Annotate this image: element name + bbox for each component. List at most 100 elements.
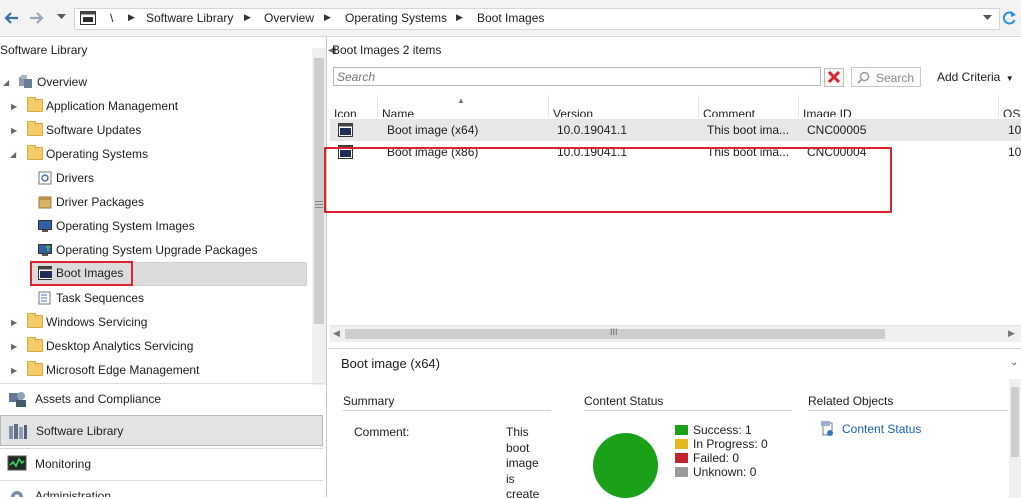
column-header-icon[interactable]: Icon [330, 95, 378, 117]
comment-line: boot [506, 440, 530, 455]
breadcrumb-boot-images[interactable]: Boot Images [477, 11, 544, 25]
chevron-down-icon[interactable]: ⌄ [1010, 357, 1018, 368]
tree-item-microsoft-edge-management[interactable]: ▶ Microsoft Edge Management [0, 360, 300, 377]
sort-ascending-icon: ▲ [457, 96, 465, 105]
comment-line: is [506, 471, 515, 486]
tree-item-label: Operating System Images [56, 219, 195, 233]
os-upgrade-icon [38, 244, 52, 256]
workspace-assets-and-compliance[interactable]: Assets and Compliance [0, 383, 323, 414]
comment-value: This boot image is create [506, 425, 551, 498]
tree-item-task-sequences[interactable]: Task Sequences [0, 288, 300, 310]
tree-item-drivers[interactable]: Drivers [0, 168, 300, 190]
grip-icon [315, 201, 323, 202]
content-pane: ◀ Boot Images 2 items Search Add Criteri… [324, 37, 1021, 498]
workspace-monitoring[interactable]: Monitoring [0, 448, 323, 479]
workspace-software-library[interactable]: Software Library [0, 415, 323, 446]
scrollbar-thumb[interactable] [314, 58, 324, 324]
collapsed-arrow-icon[interactable]: ▶ [11, 126, 17, 135]
back-button[interactable] [3, 9, 21, 27]
breadcrumb-root[interactable]: \ [110, 11, 113, 25]
breadcrumb-overview[interactable]: Overview [264, 11, 314, 25]
expanded-arrow-icon[interactable]: ◢ [3, 78, 9, 87]
column-header-os[interactable]: OS [999, 95, 1021, 117]
column-header-name[interactable]: Name ▲ [378, 95, 549, 117]
legend-label: Unknown: 0 [693, 465, 757, 479]
breadcrumb-separator-icon[interactable]: ▶ [244, 12, 251, 23]
tree-item-label: Operating Systems [46, 147, 149, 161]
tree-item-software-updates[interactable]: ▶ Software Updates [0, 120, 300, 142]
search-button-label: Search [876, 71, 915, 85]
tree-item-windows-servicing[interactable]: ▶ Windows Servicing [0, 312, 300, 334]
content-status-section-header: Content Status [584, 394, 792, 411]
tree-scrollbar[interactable] [312, 48, 326, 385]
tree-item-application-management[interactable]: ▶ Application Management [0, 96, 300, 118]
tree-item-label: Driver Packages [56, 195, 145, 209]
tree-item-label: Overview [37, 75, 88, 89]
tree-item-operating-systems[interactable]: ◢ Operating Systems [0, 144, 300, 166]
table-row[interactable]: Boot image (x64) 10.0.19041.1 This boot … [330, 119, 1021, 141]
workspace-label: Assets and Compliance [35, 392, 162, 406]
refresh-icon [1002, 11, 1016, 25]
legend-swatch [675, 467, 688, 477]
horizontal-scrollbar[interactable]: ◀ III ▶ [330, 325, 1021, 342]
column-header-version[interactable]: Version [549, 95, 699, 117]
driver-icon [38, 171, 52, 185]
tree-item-overview[interactable]: ◢ Overview [0, 72, 300, 94]
scroll-left-icon[interactable]: ◀ [333, 328, 340, 339]
content-status-link-label: Content Status [842, 422, 922, 436]
tree-item-label: Software Updates [46, 123, 142, 137]
breadcrumb-operating-systems[interactable]: Operating Systems [345, 11, 447, 25]
folder-icon [27, 145, 43, 160]
breadcrumb-dropdown-button[interactable] [983, 15, 992, 21]
details-title: Boot image (x64) [341, 356, 440, 371]
scrollbar-thumb[interactable]: III [345, 327, 885, 339]
software-library-icon [9, 424, 27, 439]
scroll-right-icon[interactable]: ▶ [1008, 328, 1015, 339]
forward-button[interactable] [27, 9, 45, 27]
forward-arrow-icon [30, 12, 44, 24]
collapsed-arrow-icon[interactable]: ▶ [11, 318, 17, 327]
tree-item-label: Windows Servicing [46, 315, 148, 329]
details-scrollbar[interactable] [1009, 379, 1021, 498]
workspace-administration[interactable]: Administration [0, 480, 323, 497]
collapsed-arrow-icon[interactable]: ▶ [11, 342, 17, 351]
add-criteria-button[interactable]: Add Criteria ▼ [937, 70, 1014, 84]
breadcrumb-separator-icon[interactable]: ▶ [128, 12, 135, 23]
legend-label: In Progress: 0 [693, 437, 768, 451]
grip-icon [315, 204, 323, 205]
tree-item-desktop-analytics-servicing[interactable]: ▶ Desktop Analytics Servicing [0, 336, 300, 358]
expanded-arrow-icon[interactable]: ◢ [10, 150, 16, 159]
comment-line: image [506, 456, 539, 470]
monitoring-icon [7, 455, 27, 471]
breadcrumb-software-library[interactable]: Software Library [146, 11, 233, 25]
search-field[interactable] [333, 67, 821, 86]
highlight-annotation [324, 147, 892, 213]
breadcrumb-separator-icon[interactable]: ▶ [324, 12, 331, 23]
tree-item-operating-system-images[interactable]: Operating System Images [0, 216, 300, 238]
collapsed-arrow-icon[interactable]: ▶ [11, 366, 17, 375]
clear-search-button[interactable] [824, 68, 844, 87]
tree-item-os-upgrade-packages[interactable]: Operating System Upgrade Packages [0, 240, 300, 262]
cell-version: 10.0.19041.1 [557, 123, 628, 137]
comment-line: create [506, 487, 540, 498]
search-input[interactable] [334, 68, 820, 85]
breadcrumb-separator-icon[interactable]: ▶ [456, 12, 463, 23]
search-button[interactable]: Search [851, 67, 921, 87]
boot-images-grid: Icon Name ▲ Version Comment Image ID OS … [324, 95, 1021, 341]
history-dropdown-button[interactable] [57, 14, 66, 20]
refresh-button[interactable] [1002, 10, 1017, 26]
collapsed-arrow-icon[interactable]: ▶ [11, 102, 17, 111]
content-status-icon [821, 421, 833, 436]
grid-header: Icon Name ▲ Version Comment Image ID OS [330, 95, 1021, 117]
tree-item-driver-packages[interactable]: Driver Packages [0, 192, 300, 214]
legend-unknown: Unknown: 0 [675, 465, 756, 479]
column-header-comment[interactable]: Comment [699, 95, 799, 117]
scrollbar-thumb[interactable] [1011, 387, 1019, 457]
legend-label: Failed: 0 [693, 451, 740, 465]
highlight-annotation [30, 261, 133, 286]
workspace-label: Software Library [36, 424, 124, 438]
list-title-text: Boot Images [332, 43, 400, 57]
legend-label: Success: 1 [693, 423, 752, 437]
column-header-image-id[interactable]: Image ID [799, 95, 999, 117]
related-objects-section-header: Related Objects [808, 394, 1008, 411]
